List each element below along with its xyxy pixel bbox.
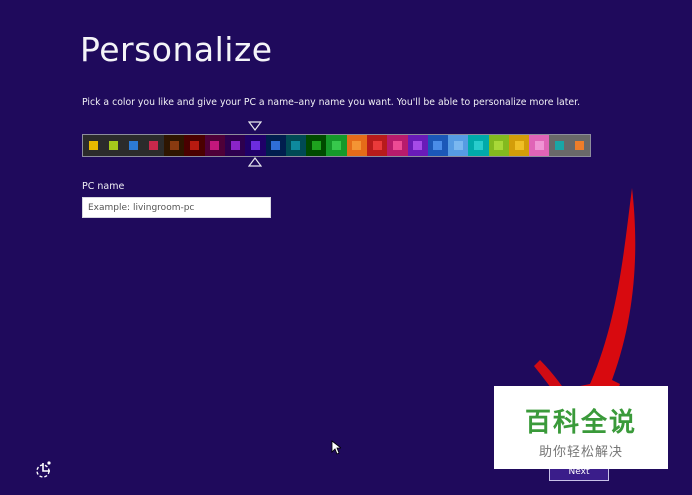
color-swatch[interactable] (83, 135, 104, 156)
color-swatch[interactable] (346, 135, 367, 156)
color-swatch-chip (108, 141, 118, 150)
color-swatch-chip (372, 141, 382, 150)
color-swatch[interactable] (488, 135, 509, 156)
color-swatch-chip (129, 141, 139, 150)
color-swatch-chip (190, 141, 200, 150)
color-swatch-chip (210, 141, 220, 150)
color-swatch-chip (575, 141, 585, 150)
color-swatch-chip (352, 141, 362, 150)
color-swatch[interactable] (103, 135, 124, 156)
color-swatch[interactable] (508, 135, 530, 156)
color-swatch-chip (332, 141, 342, 150)
watermark: 百科全说 助你轻松解决 (494, 386, 668, 469)
color-swatch-chip (149, 141, 159, 150)
color-swatch-chip (169, 141, 179, 150)
color-swatch[interactable] (326, 135, 347, 156)
color-swatch[interactable] (427, 135, 449, 156)
color-swatch[interactable] (549, 135, 570, 156)
color-swatch[interactable] (448, 135, 469, 156)
color-swatch[interactable] (164, 135, 185, 156)
color-swatch-chip (413, 141, 423, 150)
pc-name-label: PC name (82, 181, 125, 192)
color-swatch-chip (230, 141, 240, 150)
color-swatch[interactable] (306, 135, 327, 156)
color-swatch-chip (88, 141, 98, 150)
color-swatch[interactable] (224, 135, 246, 156)
page-title: Personalize (80, 30, 273, 69)
color-swatch-chip (555, 141, 565, 150)
picker-indicator-top-icon (248, 121, 262, 131)
color-swatch[interactable] (204, 135, 225, 156)
color-swatch-chip (291, 141, 301, 150)
color-swatch-chip (453, 141, 463, 150)
color-swatch[interactable] (468, 135, 489, 156)
color-swatch[interactable] (407, 135, 428, 156)
color-swatch-chip (534, 141, 544, 150)
page-subtitle: Pick a color you like and give your PC a… (82, 97, 581, 108)
color-swatch-chip (271, 141, 281, 150)
color-swatch[interactable] (285, 135, 307, 156)
color-swatch-chip (514, 141, 524, 150)
watermark-subtitle: 助你轻松解决 (538, 445, 623, 460)
color-swatch-chip (392, 141, 402, 150)
color-swatch[interactable] (265, 135, 286, 156)
color-swatch[interactable] (245, 135, 266, 156)
color-picker (82, 121, 591, 168)
picker-indicator-bottom-icon (248, 157, 262, 167)
color-swatch-chip (433, 141, 443, 150)
pc-name-field[interactable] (82, 197, 271, 218)
color-swatch[interactable] (569, 135, 591, 156)
color-swatch[interactable] (529, 135, 550, 156)
color-swatch-chip (473, 141, 483, 150)
color-swatch[interactable] (366, 135, 388, 156)
color-swatch-chip (311, 141, 321, 150)
watermark-title: 百科全说 (524, 408, 637, 438)
color-swatch-chip (494, 141, 504, 150)
ease-of-access-icon[interactable] (35, 460, 55, 480)
color-swatch[interactable] (143, 135, 165, 156)
color-palette (82, 134, 591, 157)
color-swatch[interactable] (387, 135, 408, 156)
color-swatch-chip (250, 141, 260, 150)
color-swatch[interactable] (184, 135, 205, 156)
mouse-pointer-icon (331, 440, 341, 455)
color-swatch[interactable] (123, 135, 144, 156)
